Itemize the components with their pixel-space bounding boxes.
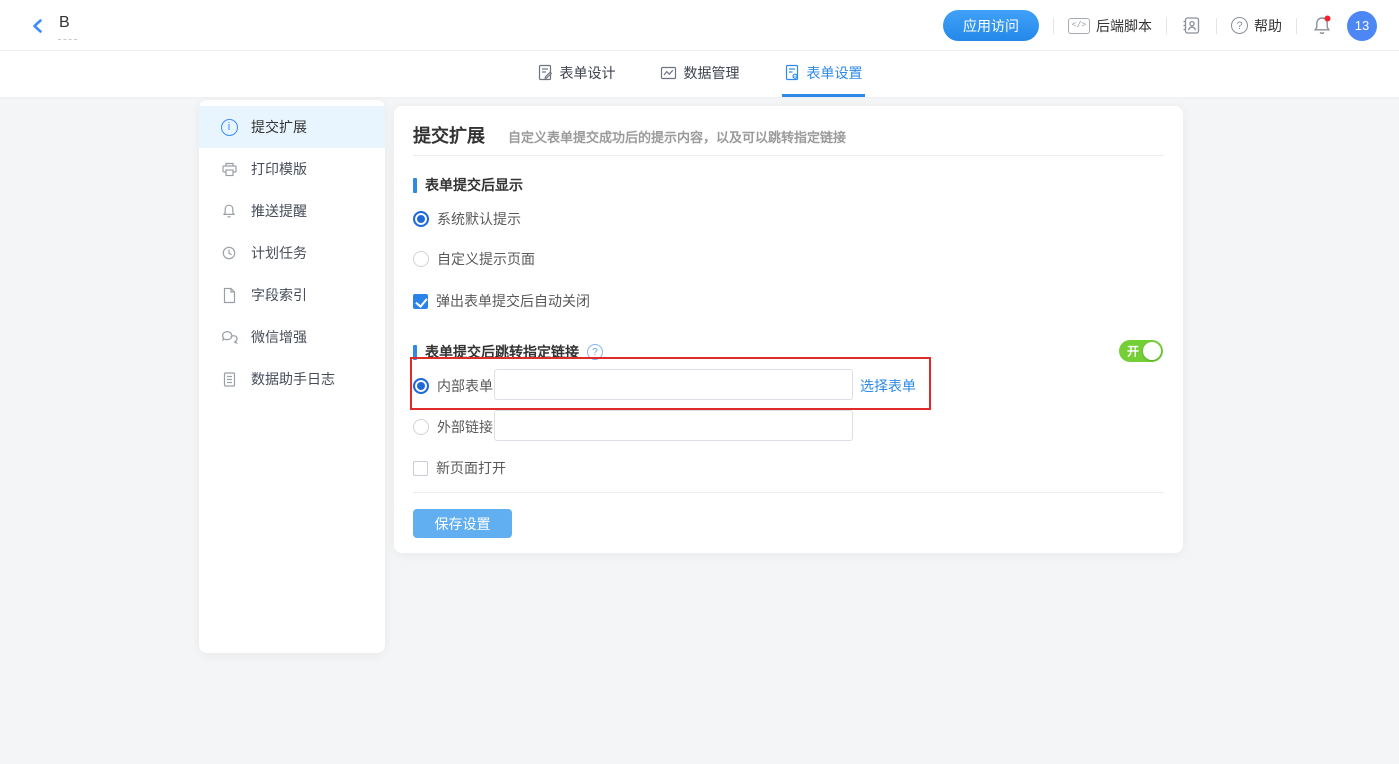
radio-option-system-default[interactable]: 系统默认提示: [413, 209, 521, 229]
form-design-icon: [537, 64, 553, 81]
sidebar-item-label: 推送提醒: [251, 201, 307, 221]
tab-label: 数据管理: [684, 63, 740, 83]
save-settings-button[interactable]: 保存设置: [413, 509, 512, 538]
radio-label: 内部表单: [437, 376, 493, 396]
tab-form-settings[interactable]: 表单设置: [782, 51, 865, 97]
address-book-icon: [1181, 15, 1202, 36]
header-actions: 应用访问 </> 后端脚本: [943, 0, 1377, 51]
top-header: B 应用访问 </> 后端脚本: [0, 0, 1399, 51]
tab-form-design[interactable]: 表单设计: [535, 51, 618, 97]
tab-label: 表单设置: [807, 63, 863, 83]
wechat-icon: [220, 328, 238, 346]
radio-checked-icon[interactable]: [413, 211, 429, 227]
section-accent-bar: [413, 345, 417, 360]
checkbox-auto-close[interactable]: 弹出表单提交后自动关闭: [413, 291, 590, 311]
sidebar-item-print-template[interactable]: 打印模版: [199, 148, 385, 190]
back-button[interactable]: [26, 14, 50, 38]
sidebar-item-wechat-enhance[interactable]: 微信增强: [199, 316, 385, 358]
radio-unchecked-icon[interactable]: [413, 251, 429, 267]
sidebar-item-push-reminder[interactable]: 推送提醒: [199, 190, 385, 232]
help-icon: ?: [1231, 17, 1248, 34]
panel-title: 提交扩展: [413, 122, 485, 148]
sidebar-item-label: 提交扩展: [251, 117, 307, 137]
radio-label: 外部链接: [437, 417, 493, 437]
tab-bar: 表单设计 数据管理 表单设置: [0, 51, 1399, 97]
settings-sidebar: i 提交扩展 打印模版 推送提醒: [199, 100, 385, 653]
divider: [1166, 18, 1167, 34]
panel-title-row: 提交扩展 自定义表单提交成功后的提示内容，以及可以跳转指定链接: [413, 122, 846, 148]
submit-extension-panel: 提交扩展 自定义表单提交成功后的提示内容，以及可以跳转指定链接 表单提交后显示 …: [394, 106, 1183, 553]
radio-option-custom-page[interactable]: 自定义提示页面: [413, 249, 535, 269]
form-settings-icon: [784, 64, 800, 81]
sidebar-item-label: 数据助手日志: [251, 369, 335, 389]
toggle-knob: [1143, 342, 1161, 360]
section-accent-bar: [413, 178, 417, 193]
log-icon: [220, 370, 238, 388]
select-form-link[interactable]: 选择表单: [860, 376, 916, 396]
help-button[interactable]: ? 帮助: [1231, 16, 1282, 36]
section-display-header: 表单提交后显示: [413, 175, 523, 195]
external-link-input[interactable]: [494, 410, 853, 441]
section-redirect-header: 表单提交后跳转指定链接 ?: [413, 342, 603, 362]
checkbox-unchecked-icon[interactable]: [413, 461, 428, 476]
checkbox-open-new-page[interactable]: 新页面打开: [413, 458, 506, 478]
divider: [1216, 18, 1217, 34]
tab-label: 表单设计: [560, 63, 616, 83]
info-icon: i: [220, 118, 238, 136]
tab-data-management[interactable]: 数据管理: [658, 51, 742, 97]
sidebar-item-submit-extension[interactable]: i 提交扩展: [199, 106, 385, 148]
app-title: B: [59, 14, 70, 32]
radio-unchecked-icon[interactable]: [413, 419, 429, 435]
app-access-button[interactable]: 应用访问: [943, 10, 1039, 41]
notification-button[interactable]: [1311, 14, 1333, 38]
clock-icon: [220, 244, 238, 262]
divider: [413, 492, 1164, 493]
printer-icon: [220, 160, 238, 178]
checkbox-label: 弹出表单提交后自动关闭: [436, 291, 590, 311]
bell-icon: [1311, 14, 1333, 38]
bell-icon: [220, 202, 238, 220]
sidebar-item-label: 微信增强: [251, 327, 307, 347]
radio-label: 自定义提示页面: [437, 249, 535, 269]
checkbox-label: 新页面打开: [436, 458, 506, 478]
divider: [413, 155, 1164, 156]
user-avatar[interactable]: 13: [1347, 11, 1377, 41]
code-icon: </>: [1068, 18, 1090, 34]
app-title-underline: [58, 39, 77, 40]
help-label: 帮助: [1254, 16, 1282, 36]
sidebar-item-field-index[interactable]: 字段索引: [199, 274, 385, 316]
checkbox-checked-icon[interactable]: [413, 294, 428, 309]
internal-form-input[interactable]: [494, 369, 853, 400]
sidebar-item-label: 计划任务: [251, 243, 307, 263]
redirect-toggle-on[interactable]: 开: [1119, 340, 1163, 362]
data-management-icon: [660, 65, 677, 81]
sidebar-item-label: 打印模版: [251, 159, 307, 179]
chevron-left-icon: [29, 17, 47, 35]
contacts-button[interactable]: [1181, 15, 1202, 36]
divider: [1296, 18, 1297, 34]
radio-label: 系统默认提示: [437, 209, 521, 229]
section-title: 表单提交后显示: [425, 175, 523, 195]
radio-option-internal-form[interactable]: 内部表单: [413, 376, 493, 396]
radio-checked-icon[interactable]: [413, 378, 429, 394]
toggle-on-label: 开: [1127, 343, 1139, 360]
radio-option-external-link[interactable]: 外部链接: [413, 417, 493, 437]
divider: [1053, 18, 1054, 34]
sidebar-item-label: 字段索引: [251, 285, 307, 305]
panel-subtitle: 自定义表单提交成功后的提示内容，以及可以跳转指定链接: [508, 127, 846, 146]
document-icon: [220, 286, 238, 304]
backend-script-button[interactable]: </> 后端脚本: [1068, 16, 1152, 36]
section-help-icon[interactable]: ?: [587, 344, 603, 360]
sidebar-item-scheduled-tasks[interactable]: 计划任务: [199, 232, 385, 274]
backend-script-label: 后端脚本: [1096, 16, 1152, 36]
section-title: 表单提交后跳转指定链接: [425, 342, 579, 362]
sidebar-item-data-assistant-log[interactable]: 数据助手日志: [199, 358, 385, 400]
page: B 应用访问 </> 后端脚本: [0, 0, 1399, 764]
